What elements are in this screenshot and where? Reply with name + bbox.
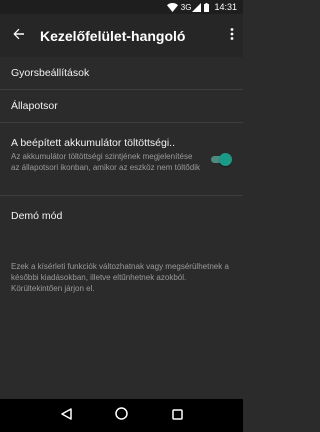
back-arrow-icon [13,27,25,45]
app-bar: Kezelőfelület-hangoló [0,14,243,57]
setting-title: Demó mód [11,210,63,222]
experimental-warning: Ezek a kísérleti funkciók változhatnak v… [11,262,229,293]
setting-demo-mode[interactable]: Demó mód [0,196,243,236]
battery-percentage-toggle[interactable] [209,153,232,166]
navigation-bar [0,399,243,432]
network-type: 3G [180,2,192,12]
home-circle-icon [114,406,128,425]
setting-battery-percentage[interactable]: A beépített akkumulátor töltöttségi.. Az… [0,123,243,196]
nav-back-button[interactable] [51,399,81,432]
settings-list: Gyorsbeállítások Állapotsor A beépített … [0,57,243,236]
back-triangle-icon [60,407,72,425]
signal-icon [192,2,202,12]
page-title: Kezelőfelület-hangoló [40,27,186,44]
back-button[interactable] [0,14,38,57]
toggle-thumb [219,153,232,166]
more-vert-icon [230,27,234,45]
setting-summary: Az akkumulátor töltöttségi szintjének me… [11,152,200,172]
setting-quick-settings[interactable]: Gyorsbeállítások [0,57,243,90]
recents-square-icon [171,407,183,425]
setting-title: Gyorsbeállítások [11,67,90,79]
setting-status-bar[interactable]: Állapotsor [0,90,243,123]
wifi-icon [166,2,178,12]
battery-icon [204,2,210,12]
setting-title: A beépített akkumulátor töltöttségi.. [11,137,176,149]
setting-title: Állapotsor [11,100,58,112]
nav-recents-button[interactable] [162,399,192,432]
nav-home-button[interactable] [106,399,136,432]
status-bar: 3G 14:31 [0,0,243,14]
more-options-button[interactable] [221,14,243,57]
clock: 14:31 [214,2,237,12]
